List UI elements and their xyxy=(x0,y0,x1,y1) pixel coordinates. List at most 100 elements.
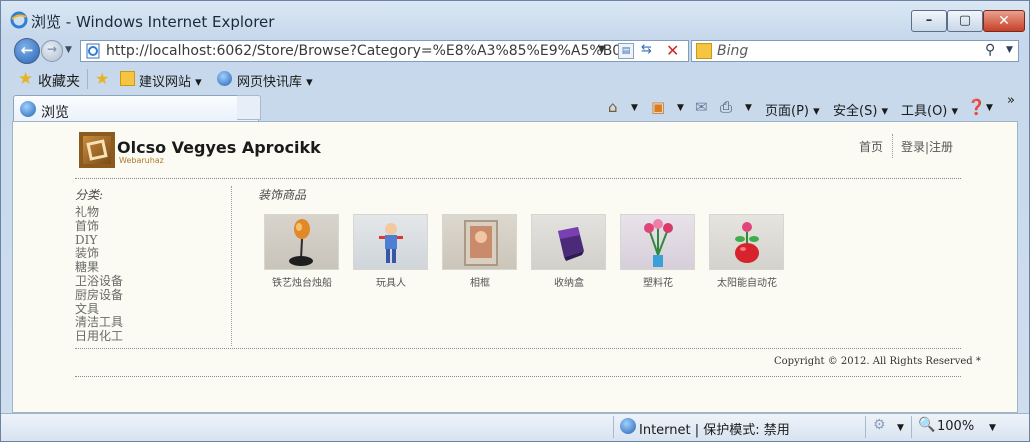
product-image[interactable] xyxy=(353,214,428,270)
suggested-sites-link[interactable]: 建议网站 ▾ xyxy=(139,71,202,90)
product-image[interactable] xyxy=(442,214,517,270)
back-arrow-icon: ← xyxy=(20,41,34,59)
print-icon[interactable]: ⎙ xyxy=(720,98,732,116)
category-heading: 分类: xyxy=(75,188,104,202)
section-heading: 装饰商品 xyxy=(258,188,307,202)
mail-icon[interactable]: ✉ xyxy=(695,98,708,116)
addon-dropdown-icon[interactable]: ▼ xyxy=(897,423,904,433)
print-dropdown-icon[interactable]: ▼ xyxy=(745,103,752,113)
product-card[interactable]: 塑料花 xyxy=(620,214,696,289)
nav-home-link[interactable]: 首页 xyxy=(859,138,883,155)
address-row: ← → ▼ http://localhost:6062/Store/Browse… xyxy=(1,37,1029,65)
sidebar-divider xyxy=(231,186,232,346)
category-item-household-chemicals[interactable]: 日用化工 xyxy=(75,329,123,344)
safety-menu[interactable]: 安全(S) ▾ xyxy=(833,100,888,119)
zoom-dropdown-icon[interactable]: ▼ xyxy=(989,423,996,433)
tab-label: 浏览 xyxy=(41,105,69,121)
product-card[interactable]: 收纳盒 xyxy=(531,214,607,289)
compatibility-view-icon[interactable]: ▤ xyxy=(618,43,634,59)
site-subtitle: Webaruhaz xyxy=(119,156,164,165)
home-dropdown-icon[interactable]: ▼ xyxy=(631,103,638,113)
zoom-level[interactable]: 100% xyxy=(937,419,974,434)
add-favorite-icon[interactable]: ★ xyxy=(95,69,109,88)
page-menu[interactable]: 页面(P) ▾ xyxy=(765,100,820,119)
product-image[interactable] xyxy=(531,214,606,270)
forward-button[interactable]: → xyxy=(41,40,63,62)
header-divider xyxy=(75,178,961,179)
security-zone-text[interactable]: Internet | 保护模式: 禁用 xyxy=(639,419,790,438)
nav-separator xyxy=(892,134,893,158)
tools-menu[interactable]: 工具(O) ▾ xyxy=(901,100,958,119)
bing-icon xyxy=(696,43,712,59)
copyright-text: Copyright © 2012. All Rights Reserved * xyxy=(774,356,981,367)
minimize-icon: – xyxy=(925,13,933,28)
search-input[interactable]: Bing xyxy=(717,43,748,59)
page-icon xyxy=(85,43,101,59)
address-bar[interactable]: http://localhost:6062/Store/Browse?Categ… xyxy=(80,40,689,62)
product-image[interactable] xyxy=(620,214,695,270)
product-card[interactable]: 铁艺烛台烛船 xyxy=(264,214,340,289)
product-card[interactable]: 玩具人 xyxy=(353,214,429,289)
close-button[interactable]: ✕ xyxy=(983,10,1025,32)
forward-arrow-icon: → xyxy=(46,42,58,56)
refresh-icon[interactable]: ⇆ xyxy=(641,42,652,57)
feed-dropdown-icon[interactable]: ▼ xyxy=(677,103,684,113)
search-dropdown-icon[interactable]: ▼ xyxy=(1006,45,1013,55)
back-button[interactable]: ← xyxy=(14,38,40,64)
web-slice-gallery-link[interactable]: 网页快讯库 ▾ xyxy=(237,71,313,90)
product-name[interactable]: 铁艺烛台烛船 xyxy=(264,274,340,289)
tab-ie-icon xyxy=(20,101,36,117)
favorites-button[interactable]: 收藏夹 xyxy=(38,71,80,91)
status-separator xyxy=(865,416,866,438)
product-name[interactable]: 相框 xyxy=(442,274,518,289)
stop-icon[interactable]: ✕ xyxy=(666,41,679,60)
category-item-cleaning[interactable]: 清洁工具 xyxy=(75,316,123,330)
category-item-stationery[interactable]: 文具 xyxy=(75,302,123,317)
logo-frame-icon xyxy=(86,139,108,161)
help-icon[interactable]: ❓ xyxy=(967,98,986,116)
category-item-jewelry[interactable]: 首饰 xyxy=(75,219,123,234)
ie-logo-icon xyxy=(10,11,28,29)
search-box[interactable]: Bing ⚲ ▼ xyxy=(691,40,1019,62)
product-grid: 铁艺烛台烛船 玩具人 相框 收纳盒 塑料花 太阳能自动花 xyxy=(264,214,864,289)
command-bar-chevron[interactable]: » xyxy=(1007,93,1015,108)
category-item-gift[interactable]: 礼物 xyxy=(75,205,123,220)
minimize-button[interactable]: – xyxy=(911,10,947,32)
site-logo[interactable] xyxy=(79,132,115,168)
history-dropdown-icon[interactable]: ▼ xyxy=(65,45,72,55)
category-item-bathroom[interactable]: 卫浴设备 xyxy=(75,274,123,289)
product-name[interactable]: 太阳能自动花 xyxy=(709,274,785,289)
rss-feed-icon[interactable]: ▣ xyxy=(651,98,665,116)
url-text[interactable]: http://localhost:6062/Store/Browse?Categ… xyxy=(106,43,621,59)
home-icon[interactable]: ⌂ xyxy=(608,98,618,116)
product-card[interactable]: 太阳能自动花 xyxy=(709,214,785,289)
tab-browse[interactable]: 浏览 xyxy=(13,95,259,122)
category-list: 礼物 首饰 DIY 装饰 糖果 卫浴设备 厨房设备 文具 清洁工具 日用化工 xyxy=(75,205,123,344)
maximize-button[interactable]: ▢ xyxy=(947,10,983,32)
browser-window: 浏览 - Windows Internet Explorer – ▢ ✕ ← →… xyxy=(0,0,1030,442)
url-dropdown-icon[interactable]: ▼ xyxy=(598,44,606,55)
product-name[interactable]: 收纳盒 xyxy=(531,274,607,289)
addon-icon[interactable]: ⚙ xyxy=(873,417,886,433)
product-image[interactable] xyxy=(264,214,339,270)
product-name[interactable]: 玩具人 xyxy=(353,274,429,289)
favorites-separator xyxy=(87,69,88,89)
status-separator xyxy=(613,416,614,438)
search-icon[interactable]: ⚲ xyxy=(985,42,995,58)
category-item-diy[interactable]: DIY xyxy=(75,233,123,248)
site-title[interactable]: Olcso Vegyes Aprocikk xyxy=(117,138,321,157)
favorites-star-icon[interactable]: ★ xyxy=(18,69,33,89)
title-bar[interactable]: 浏览 - Windows Internet Explorer – ▢ ✕ xyxy=(1,1,1029,37)
zoom-icon[interactable]: 🔍 xyxy=(918,417,935,433)
help-dropdown-icon[interactable]: ▼ xyxy=(986,103,993,113)
product-card[interactable]: 相框 xyxy=(442,214,518,289)
category-item-kitchen[interactable]: 厨房设备 xyxy=(75,288,123,303)
close-icon: ✕ xyxy=(998,13,1010,29)
nav-login-register-link[interactable]: 登录|注册 xyxy=(901,138,953,155)
category-item-candy[interactable]: 糖果 xyxy=(75,260,123,275)
new-tab-button[interactable] xyxy=(237,95,261,120)
product-name[interactable]: 塑料花 xyxy=(620,274,696,289)
product-image[interactable] xyxy=(709,214,784,270)
page-viewport: Olcso Vegyes Aprocikk Webaruhaz 首页 登录|注册… xyxy=(12,121,1018,413)
maximize-icon: ▢ xyxy=(958,13,972,28)
